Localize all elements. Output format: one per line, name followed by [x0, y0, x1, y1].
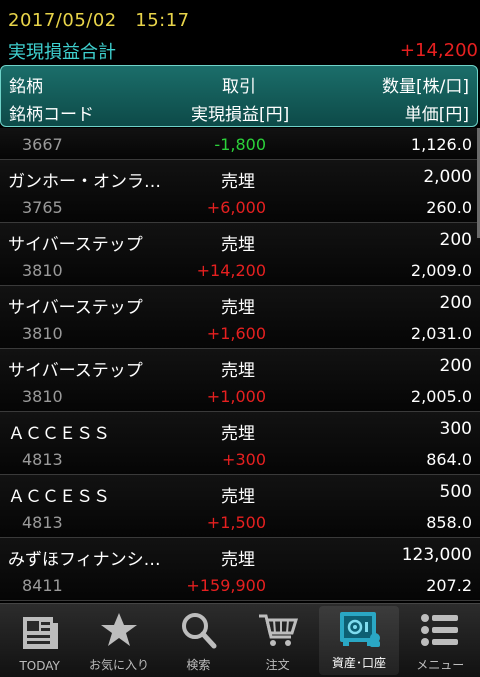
stock-name: みずほフィナンシ… — [8, 550, 161, 570]
header-trade: 取引 — [222, 77, 256, 97]
nav-assets[interactable]: 資産･口座 — [319, 606, 399, 675]
table-row[interactable]: 3667 -1,800 1,126.0 — [0, 128, 480, 160]
search-icon — [175, 608, 221, 652]
table-row[interactable]: ガンホー・オンラ… 売埋 2,000 3765 +6,000 260.0 — [0, 160, 480, 223]
trade-list[interactable]: 3667 -1,800 1,126.0 ガンホー・オンラ… 売埋 2,000 3… — [0, 128, 480, 601]
table-row[interactable]: サイバーステップ 売埋 200 3810 +1,000 2,005.0 — [0, 349, 480, 412]
nav-search[interactable]: 検索 — [159, 604, 238, 677]
nav-order[interactable]: 注文 — [238, 604, 317, 677]
table-row[interactable]: サイバーステップ 売埋 200 3810 +1,600 2,031.0 — [0, 286, 480, 349]
quantity: 200 — [439, 230, 472, 250]
stock-name: サイバーステップ — [8, 235, 143, 255]
realized-pnl: -1,800 — [214, 135, 266, 154]
table-row[interactable]: サイバーステップ 売埋 200 3810 +14,200 2,009.0 — [0, 223, 480, 286]
trade-type: 売埋 — [221, 172, 255, 192]
unit-price: 1,126.0 — [410, 135, 472, 154]
nav-menu[interactable]: メニュー — [401, 604, 480, 677]
unit-price: 260.0 — [426, 198, 472, 217]
unit-price: 2,009.0 — [410, 261, 472, 280]
nav-favorites[interactable]: お気に入り — [79, 604, 158, 677]
realized-pnl-total-label: 実現損益合計 — [8, 42, 116, 63]
unit-price: 858.0 — [426, 513, 472, 532]
header-quantity: 数量[株/口] — [382, 77, 469, 97]
stock-name: ＡＣＣＥＳＳ — [8, 424, 110, 444]
realized-pnl: +1,600 — [206, 324, 266, 343]
nav-today-label: TODAY — [19, 659, 60, 673]
realized-pnl: +159,900 — [186, 576, 266, 595]
trade-type: 売埋 — [221, 361, 255, 381]
table-row[interactable]: みずほフィナンシ… 売埋 123,000 8411 +159,900 207.2 — [0, 538, 480, 601]
star-icon — [96, 608, 142, 652]
quantity: 500 — [439, 482, 472, 502]
stock-name: ガンホー・オンラ… — [8, 172, 161, 192]
stock-name: サイバーステップ — [8, 361, 143, 381]
realized-pnl: +1,500 — [206, 513, 266, 532]
table-row[interactable]: ＡＣＣＥＳＳ 売埋 500 4813 +1,500 858.0 — [0, 475, 480, 538]
header-code: 銘柄コード — [9, 105, 94, 125]
unit-price: 2,031.0 — [410, 324, 472, 343]
realized-pnl: +14,200 — [196, 261, 266, 280]
unit-price: 2,005.0 — [410, 387, 472, 406]
column-header: 銘柄 取引 数量[株/口] 銘柄コード 実現損益[円] 単価[円] — [0, 65, 478, 127]
cart-icon — [255, 608, 301, 652]
safe-icon — [336, 606, 382, 650]
realized-pnl: +6,000 — [206, 198, 266, 217]
nav-favorites-label: お気に入り — [88, 658, 149, 672]
trade-type: 売埋 — [221, 298, 255, 318]
unit-price: 207.2 — [426, 576, 472, 595]
quantity: 2,000 — [423, 167, 472, 187]
trade-type: 売埋 — [221, 550, 255, 570]
realized-pnl: +300 — [222, 450, 266, 469]
trade-type: 売埋 — [221, 487, 255, 507]
quantity: 123,000 — [401, 545, 472, 565]
header-realized-pnl: 実現損益[円] — [191, 105, 290, 125]
newspaper-icon — [17, 611, 63, 655]
datetime: 2017/05/02 15:17 — [8, 10, 190, 31]
quantity: 300 — [439, 419, 472, 439]
nav-order-label: 注文 — [265, 658, 290, 672]
realized-pnl: +1,000 — [206, 387, 266, 406]
realized-pnl-total-value: +14,200 — [399, 40, 478, 61]
bottom-nav: TODAY お気に入り 検索 注文 資産･口座 メニュー — [0, 603, 480, 677]
quantity: 200 — [439, 356, 472, 376]
unit-price: 864.0 — [426, 450, 472, 469]
nav-search-label: 検索 — [186, 658, 211, 672]
header-name: 銘柄 — [9, 77, 43, 97]
stock-name: ＡＣＣＥＳＳ — [8, 487, 110, 507]
stock-name: サイバーステップ — [8, 298, 143, 318]
status-header: 2017/05/02 15:17 実現損益合計 +14,200 — [0, 0, 480, 65]
quantity: 200 — [439, 293, 472, 313]
trade-type: 売埋 — [221, 235, 255, 255]
nav-today[interactable]: TODAY — [0, 604, 79, 677]
header-unit-price: 単価[円] — [404, 105, 469, 125]
nav-assets-label: 資産･口座 — [331, 656, 386, 670]
nav-menu-label: メニュー — [416, 658, 465, 672]
menu-icon — [417, 608, 463, 652]
table-row[interactable]: ＡＣＣＥＳＳ 売埋 300 4813 +300 864.0 — [0, 412, 480, 475]
trade-type: 売埋 — [221, 424, 255, 444]
